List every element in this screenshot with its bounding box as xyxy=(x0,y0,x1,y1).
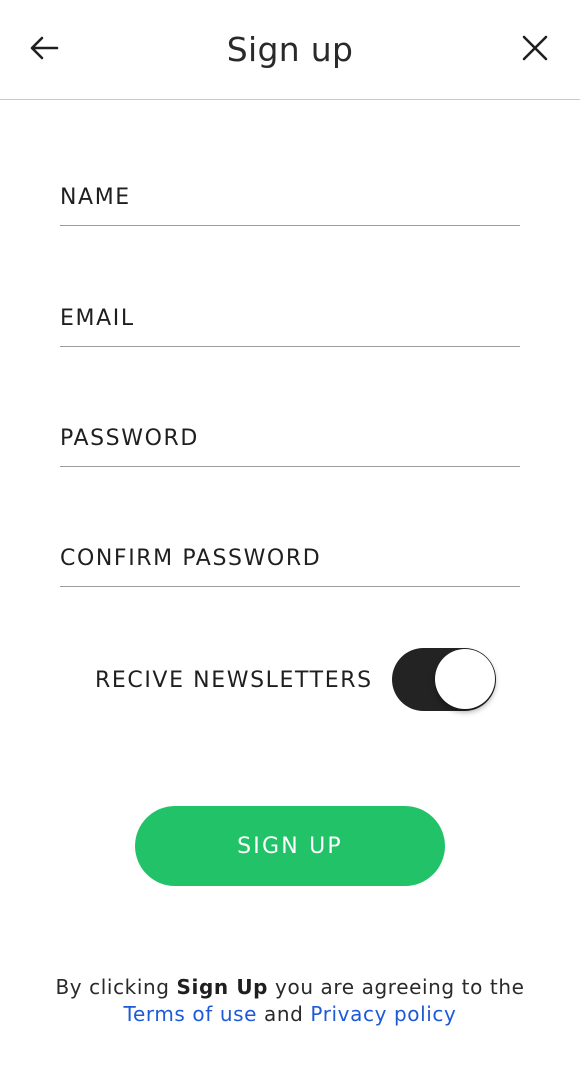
terms-of-use-link[interactable]: Terms of use xyxy=(124,1002,258,1026)
legal-and: and xyxy=(257,1002,311,1026)
legal-prefix: By clicking xyxy=(55,975,177,999)
app-header: Sign up xyxy=(0,0,580,100)
toggle-knob xyxy=(435,649,495,709)
name-input[interactable] xyxy=(60,180,524,227)
password-field: PASSWORD xyxy=(60,421,524,468)
confirm-password-field: CONFIRM PASSWORD xyxy=(60,541,524,588)
close-button[interactable] xyxy=(515,30,555,70)
legal-bold: Sign Up xyxy=(176,975,269,999)
password-input[interactable] xyxy=(60,421,524,468)
page-title: Sign up xyxy=(226,30,354,69)
sign-up-button[interactable]: SIGN UP xyxy=(135,806,445,886)
name-field: NAME xyxy=(60,180,524,227)
newsletter-label: RECIVE NEWSLETTERS xyxy=(95,668,373,693)
email-field: EMAIL xyxy=(60,301,524,348)
legal-middle: you are agreeing to the xyxy=(268,975,525,999)
close-icon xyxy=(522,35,548,65)
email-input[interactable] xyxy=(60,301,524,348)
confirm-password-input[interactable] xyxy=(60,541,524,588)
legal-notice: By clicking Sign Up you are agreeing to … xyxy=(0,974,580,1028)
privacy-policy-link[interactable]: Privacy policy xyxy=(310,1002,456,1026)
newsletter-toggle[interactable] xyxy=(392,648,496,711)
